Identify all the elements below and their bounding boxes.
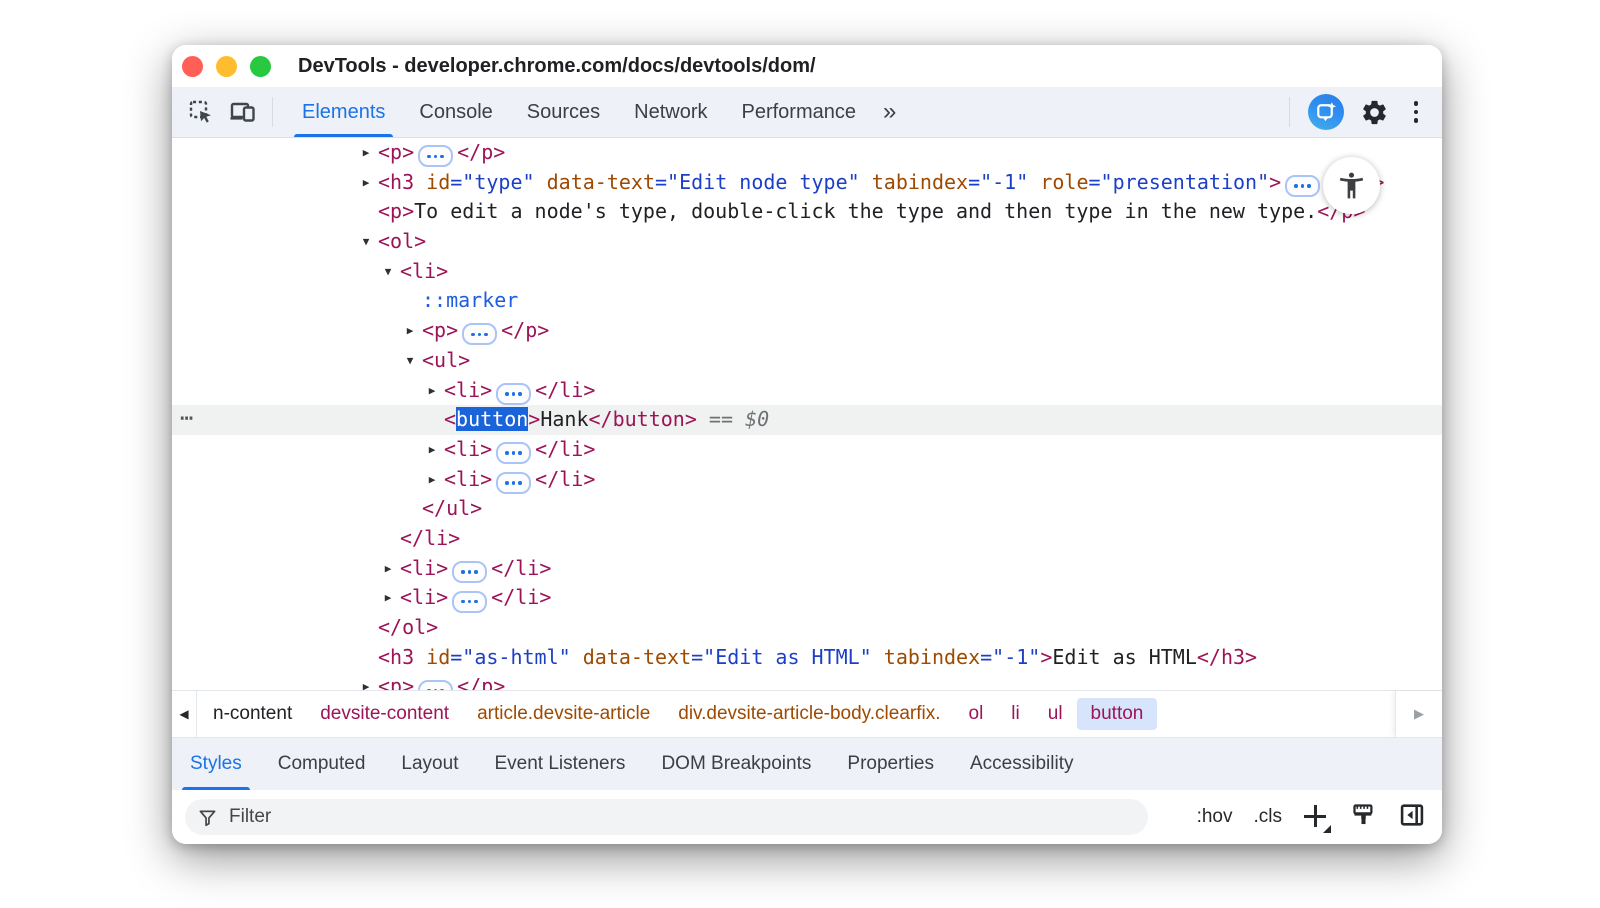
panel-tabs: ElementsConsoleSourcesNetworkPerformance <box>285 87 873 137</box>
expand-arrow-icon[interactable]: ▶ <box>424 465 440 495</box>
dom-tree-node[interactable]: ▼<ul> <box>172 346 1442 376</box>
filter-input-wrap <box>185 799 1148 835</box>
sidebar-tabs: StylesComputedLayoutEvent ListenersDOM B… <box>172 737 1442 790</box>
expand-arrow-icon[interactable]: ▶ <box>358 168 374 198</box>
more-panels-chevron[interactable]: » <box>873 98 904 126</box>
breadcrumb-item[interactable]: devsite-content <box>306 698 463 730</box>
tab-performance[interactable]: Performance <box>725 87 874 137</box>
dom-tree-node[interactable]: ::marker <box>172 286 1442 316</box>
toolbar-divider <box>272 97 273 127</box>
styles-filter-bar: :hov .cls <box>172 790 1442 844</box>
tab-network[interactable]: Network <box>617 87 724 137</box>
tab-elements[interactable]: Elements <box>285 87 402 137</box>
filter-funnel-icon <box>198 808 217 827</box>
inline-ellipsis-expand-button[interactable] <box>452 591 487 613</box>
rendering-brush-icon[interactable] <box>1350 801 1377 833</box>
expand-arrow-icon[interactable]: ▶ <box>358 138 374 168</box>
dom-tree-node[interactable]: ▶<li></li> <box>172 435 1442 465</box>
sidebar-tab-computed[interactable]: Computed <box>260 738 384 790</box>
device-toolbar-icon[interactable] <box>226 95 260 129</box>
sidebar-tab-accessibility[interactable]: Accessibility <box>952 738 1091 790</box>
collapse-arrow-icon[interactable]: ▼ <box>380 257 396 287</box>
inline-ellipsis-expand-button[interactable] <box>462 323 497 345</box>
breadcrumb-item[interactable]: n-content <box>199 698 306 730</box>
inline-ellipsis-expand-button[interactable] <box>1285 175 1320 197</box>
expand-arrow-icon[interactable]: ▶ <box>424 376 440 406</box>
dom-tree-node[interactable]: ▶<h3 id="type" data-text="Edit node type… <box>172 168 1442 198</box>
settings-gear-icon[interactable] <box>1358 95 1392 129</box>
sidebar-tab-dom-breakpoints[interactable]: DOM Breakpoints <box>643 738 829 790</box>
breadcrumb-scroll-right-icon[interactable]: ▶ <box>1395 691 1442 737</box>
toggle-sidebar-panel-icon[interactable] <box>1398 801 1426 834</box>
inline-ellipsis-expand-button[interactable] <box>452 561 487 583</box>
sidebar-tab-layout[interactable]: Layout <box>383 738 476 790</box>
toolbar-right <box>1285 94 1443 130</box>
inline-ellipsis-expand-button[interactable] <box>496 442 531 464</box>
expand-arrow-icon[interactable]: ▶ <box>424 435 440 465</box>
dom-tree-node[interactable]: ▼<ol> <box>172 227 1442 257</box>
dom-tree-node[interactable]: <h3 id="as-html" data-text="Edit as HTML… <box>172 643 1442 673</box>
dom-tree-node[interactable]: ▶<li></li> <box>172 376 1442 406</box>
inline-ellipsis-expand-button[interactable] <box>496 383 531 405</box>
new-style-rule-plus-icon[interactable] <box>1303 804 1329 830</box>
breadcrumb-scroll-left-icon[interactable]: ◀ <box>172 691 197 737</box>
expand-arrow-icon[interactable]: ▶ <box>380 554 396 584</box>
collapse-arrow-icon[interactable]: ▼ <box>402 346 418 376</box>
sidebar-tab-styles[interactable]: Styles <box>172 738 260 790</box>
toolbar-divider <box>1289 97 1290 127</box>
tab-console[interactable]: Console <box>402 87 509 137</box>
dom-tree-node[interactable]: </ol> <box>172 613 1442 643</box>
dom-tree-node[interactable]: ▶<p></p> <box>172 672 1442 690</box>
dom-tree-node[interactable]: ▶<p></p> <box>172 316 1442 346</box>
dom-tree-node[interactable]: ⋯<button>Hank</button> == $0 <box>172 405 1442 435</box>
ai-assistant-icon[interactable] <box>1308 94 1344 130</box>
dom-tree-node[interactable]: </ul> <box>172 494 1442 524</box>
pseudo-state-toggle[interactable]: :hov <box>1197 806 1233 828</box>
main-toolbar: ElementsConsoleSourcesNetworkPerformance… <box>172 87 1442 138</box>
minimize-button[interactable] <box>216 56 237 77</box>
window-title: DevTools - developer.chrome.com/docs/dev… <box>298 55 816 78</box>
inspect-element-icon[interactable] <box>184 95 218 129</box>
inline-ellipsis-expand-button[interactable] <box>496 472 531 494</box>
inline-ellipsis-expand-button[interactable] <box>418 680 453 690</box>
accessibility-person-icon <box>1323 157 1380 214</box>
dom-tree-node[interactable]: ▶<li></li> <box>172 583 1442 613</box>
sidebar-tab-properties[interactable]: Properties <box>829 738 952 790</box>
dom-tree-node[interactable]: ▶<p></p> <box>172 138 1442 168</box>
breadcrumb-item[interactable]: div.devsite-article-body.clearfix. <box>664 698 954 730</box>
devtools-window: DevTools - developer.chrome.com/docs/dev… <box>172 45 1442 844</box>
tab-sources[interactable]: Sources <box>510 87 617 137</box>
more-options-kebab-icon[interactable] <box>1406 97 1427 127</box>
expand-arrow-icon[interactable]: ▶ <box>402 316 418 346</box>
sidebar-tab-event-listeners[interactable]: Event Listeners <box>476 738 643 790</box>
breadcrumb-item[interactable]: ul <box>1034 698 1077 730</box>
breadcrumb-item[interactable]: article.devsite-article <box>463 698 664 730</box>
breadcrumb-item[interactable]: ol <box>955 698 998 730</box>
element-classes-toggle[interactable]: .cls <box>1254 806 1283 828</box>
dom-tree-node[interactable]: ▼<li> <box>172 257 1442 287</box>
expand-arrow-icon[interactable]: ▶ <box>358 672 374 690</box>
breadcrumb: n-contentdevsite-contentarticle.devsite-… <box>197 691 1395 737</box>
filter-right-controls: :hov .cls <box>1197 801 1426 834</box>
traffic-lights <box>182 56 271 77</box>
breadcrumb-item[interactable]: button <box>1077 698 1158 730</box>
dom-tree-node[interactable]: ▶<li></li> <box>172 465 1442 495</box>
dom-tree[interactable]: ▶<p></p>▶<h3 id="type" data-text="Edit n… <box>172 138 1442 690</box>
breadcrumb-item[interactable]: li <box>997 698 1033 730</box>
filter-input[interactable] <box>227 805 1148 829</box>
zoom-button[interactable] <box>250 56 271 77</box>
breadcrumb-bar: ◀ n-contentdevsite-contentarticle.devsit… <box>172 690 1442 737</box>
node-more-actions-icon[interactable]: ⋯ <box>180 404 194 434</box>
dom-tree-node[interactable]: ▶<li></li> <box>172 554 1442 584</box>
title-bar: DevTools - developer.chrome.com/docs/dev… <box>172 45 1442 87</box>
close-button[interactable] <box>182 56 203 77</box>
expand-arrow-icon[interactable]: ▶ <box>380 583 396 613</box>
dom-tree-node[interactable]: </li> <box>172 524 1442 554</box>
collapse-arrow-icon[interactable]: ▼ <box>358 227 374 257</box>
dom-tree-node[interactable]: <p>To edit a node's type, double-click t… <box>172 197 1442 227</box>
inline-ellipsis-expand-button[interactable] <box>418 145 453 167</box>
